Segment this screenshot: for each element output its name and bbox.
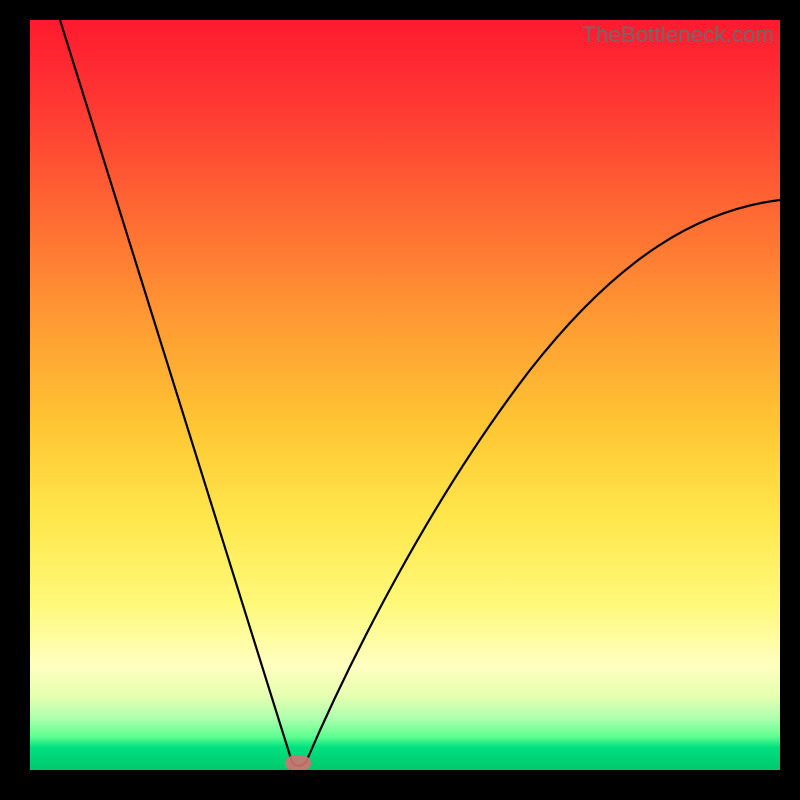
bottleneck-curve: [30, 20, 780, 770]
curve-path: [60, 20, 780, 766]
optimum-marker: [285, 756, 311, 770]
chart-frame: TheBottleneck.com: [0, 0, 800, 800]
plot-area: TheBottleneck.com: [30, 20, 780, 770]
